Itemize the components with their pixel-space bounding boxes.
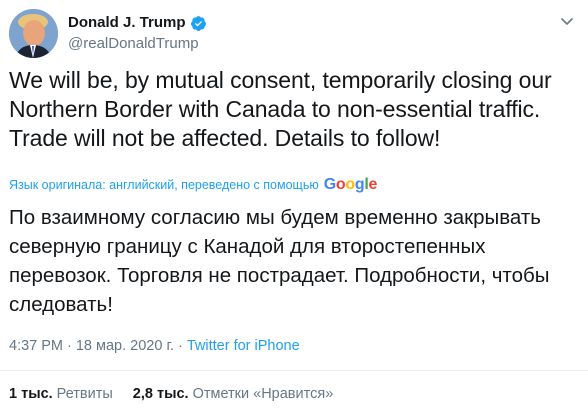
author-display-name[interactable]: Donald J. Trump <box>68 13 186 33</box>
likes-count: 2,8 тыс. <box>132 386 189 402</box>
likes-label: Отметки «Нравится» <box>192 386 334 402</box>
tweet-date[interactable]: 18 мар. 2020 г. <box>76 338 174 354</box>
meta-separator: · <box>67 338 72 354</box>
retweets-count: 1 тыс. <box>9 386 53 402</box>
tweet-text: We will be, by mutual consent, temporari… <box>9 67 552 151</box>
retweets-stat[interactable]: 1 тыс. Ретвиты <box>9 386 113 402</box>
google-logo: Google <box>323 176 378 193</box>
chevron-down-icon[interactable] <box>558 12 576 30</box>
tweet-time[interactable]: 4:37 PM <box>9 338 63 354</box>
tweet-meta: 4:37 PM · 18 мар. 2020 г. · Twitter for … <box>9 338 300 354</box>
divider <box>0 370 588 371</box>
verified-badge-icon <box>190 15 207 32</box>
avatar[interactable] <box>9 9 58 58</box>
tweet-stats: 1 тыс. Ретвиты 2,8 тыс. Отметки «Нравитс… <box>9 386 353 402</box>
translation-note: Язык оригинала: английский, переведено с… <box>9 177 377 193</box>
meta-separator: · <box>178 338 183 354</box>
translation-note-label[interactable]: Язык оригинала: английский, переведено с… <box>9 178 319 192</box>
tweet-source-link[interactable]: Twitter for iPhone <box>187 338 300 354</box>
translated-text: По взаимному согласию мы будем временно … <box>9 206 550 316</box>
retweets-label: Ретвиты <box>56 386 113 402</box>
author-handle[interactable]: @realDonaldTrump <box>68 34 207 54</box>
tweet-card: Donald J. Trump @realDonaldTrump We will… <box>0 0 588 413</box>
likes-stat[interactable]: 2,8 тыс. Отметки «Нравится» <box>133 386 333 402</box>
author-info: Donald J. Trump @realDonaldTrump <box>68 13 207 54</box>
